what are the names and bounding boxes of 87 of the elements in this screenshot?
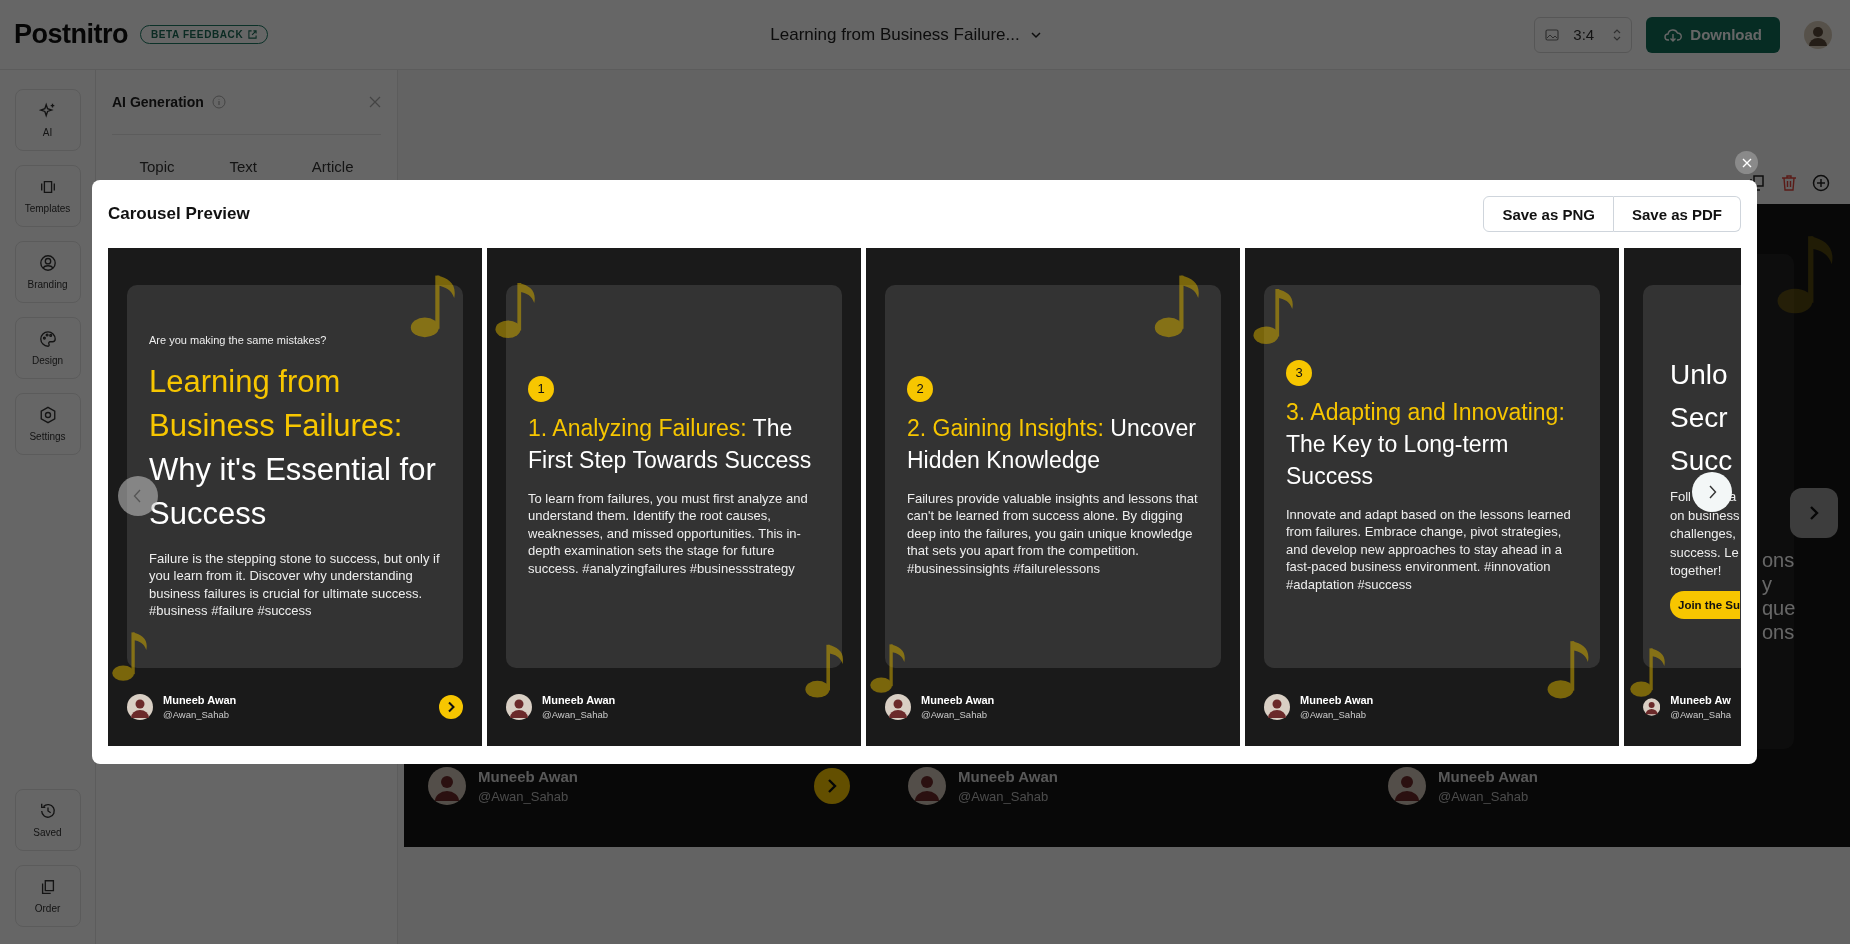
cloud-icon — [1664, 27, 1683, 42]
step-number: 2 — [907, 375, 933, 402]
step-number: 1 — [528, 375, 554, 402]
slide-title: Learning from Business Failures: Why it's Essential for Success — [149, 362, 437, 533]
sidebar-item[interactable]: Design — [14, 317, 81, 379]
gear-icon — [38, 406, 57, 424]
sidebar-item[interactable]: Saved — [14, 789, 81, 851]
panel-title: AI Generation — [112, 94, 204, 110]
author-handle: @Awan_Sahab — [542, 709, 609, 720]
document-title-dropdown[interactable]: Learning from Business Failure... — [614, 23, 1232, 46]
author-name: Muneeb Awan — [163, 694, 237, 706]
avatar-icon — [908, 767, 946, 805]
close-icon — [1741, 157, 1752, 168]
sidebar-item[interactable]: Templates — [14, 165, 81, 227]
slide-title: Unlo — [1670, 358, 1729, 392]
save-button[interactable]: Save as PDF — [1613, 196, 1741, 232]
save-button[interactable]: Save as PNG — [1483, 196, 1614, 232]
slide-body: Failure is the stepping stone to success, but only if you learn from it. Discover why understanding business failures is crucial for ultimate success. #business #failure #success — [149, 549, 441, 620]
slide-title: Secr — [1670, 401, 1729, 435]
dialog-title: Carousel Preview — [108, 204, 250, 224]
avatar-icon[interactable] — [1804, 20, 1832, 49]
author-name: Muneeb Awan — [478, 768, 578, 785]
slide-title: 3. Adapting and Innovating: The Key to Long-term Success — [1286, 397, 1566, 491]
sidebar-item[interactable]: Settings — [14, 393, 81, 455]
chevron-right-icon — [1807, 505, 1821, 521]
slide-text: y — [1762, 572, 1773, 596]
add-icon[interactable] — [1812, 174, 1830, 192]
updown-icon — [1613, 28, 1622, 41]
download-button[interactable]: Download — [1646, 16, 1780, 53]
sidebar-item[interactable]: AI — [14, 89, 81, 151]
palette-icon — [38, 330, 57, 348]
author-handle: @Awan_Saha — [1670, 709, 1731, 720]
slide-text: success. Le — [1670, 543, 1740, 562]
author-name: Muneeb Awan — [1300, 694, 1374, 706]
avatar-icon — [428, 767, 466, 805]
templates-icon — [38, 178, 57, 196]
history-icon — [38, 802, 57, 820]
avatar-icon — [506, 694, 532, 720]
avatar-icon — [1264, 694, 1290, 720]
sparkle-icon — [38, 102, 57, 120]
chevron-right-icon — [1707, 485, 1717, 499]
close-icon[interactable] — [369, 96, 381, 108]
author-handle: @Awan_Sahab — [1300, 709, 1367, 720]
tab[interactable]: Text — [223, 157, 263, 176]
tab[interactable]: Topic — [133, 157, 181, 176]
sidebar-item[interactable]: Branding — [14, 241, 81, 303]
info-icon — [211, 95, 226, 109]
ratio-select[interactable]: 3:4 — [1534, 16, 1633, 53]
author-name: Muneeb Awan — [1438, 768, 1538, 785]
slide-title: 1. Analyzing Failures: The First Step Towards Success — [528, 413, 813, 475]
next-icon[interactable] — [814, 768, 850, 804]
slide-body: Innovate and adapt based on the lessons learned from failures. Embrace change, pivot strategies, and develop new approaches to stay ahead in a fast-paced business environment. #innovation #adaptation #success — [1286, 505, 1572, 594]
slide-text: ons — [1762, 548, 1794, 572]
slide-kicker: Are you making the same mistakes? — [149, 333, 328, 346]
external-link-icon — [248, 30, 258, 39]
author-name: Muneeb Awan — [958, 768, 1058, 785]
user-icon — [38, 254, 57, 272]
trash-icon[interactable] — [1780, 174, 1798, 192]
logo[interactable]: Postnitro — [14, 19, 128, 50]
avatar-icon — [127, 694, 153, 720]
slide-text: challenges, — [1670, 525, 1737, 543]
caret-icon — [1029, 30, 1042, 39]
author-handle: @Awan_Sahab — [163, 709, 230, 720]
slide-title: 2. Gaining Insights: Uncover Hidden Knowledge — [907, 413, 1197, 475]
slide-text: together! — [1670, 562, 1723, 580]
chevron-left-icon — [133, 489, 143, 503]
avatar-icon — [1388, 767, 1426, 805]
slide-text: que — [1762, 596, 1794, 620]
image-icon — [1545, 28, 1560, 41]
slide-title: Succ — [1670, 444, 1734, 478]
author-handle: @Awan_Sahab — [478, 789, 570, 804]
slide-body: To learn from failures, you must first analyze and understand them. Identify the root causes, weaknesses, and missed opportunities. This in-depth examination sets the stage for future success. #analyzingfailures #businessstrategy — [528, 489, 809, 578]
join-button[interactable]: Join the Su — [1670, 590, 1740, 619]
slide-text: Foll — [1670, 488, 1691, 506]
sidebar-item[interactable]: Order — [14, 865, 81, 927]
slide-text: ons — [1762, 620, 1794, 644]
author-handle: @Awan_Sahab — [921, 709, 988, 720]
slide-body: Failures provide valuable insights and lessons that can't be learned from success alone. By digging deep into the failures, you gain unique knowledge that sets you apart from the competition. #businessinsights #failurelessons — [907, 489, 1199, 578]
avatar-icon — [885, 694, 911, 720]
author-name: Muneeb Awan — [921, 694, 995, 706]
author-handle: @Awan_Sahab — [958, 789, 1050, 804]
slide-text: on business — [1670, 506, 1741, 525]
tab[interactable]: Article — [305, 157, 360, 176]
author-handle: @Awan_Sahab — [1438, 789, 1530, 804]
author-name: Muneeb Awan — [542, 694, 616, 706]
author-name: Muneeb Aw — [1670, 694, 1731, 706]
step-number: 3 — [1286, 359, 1312, 386]
